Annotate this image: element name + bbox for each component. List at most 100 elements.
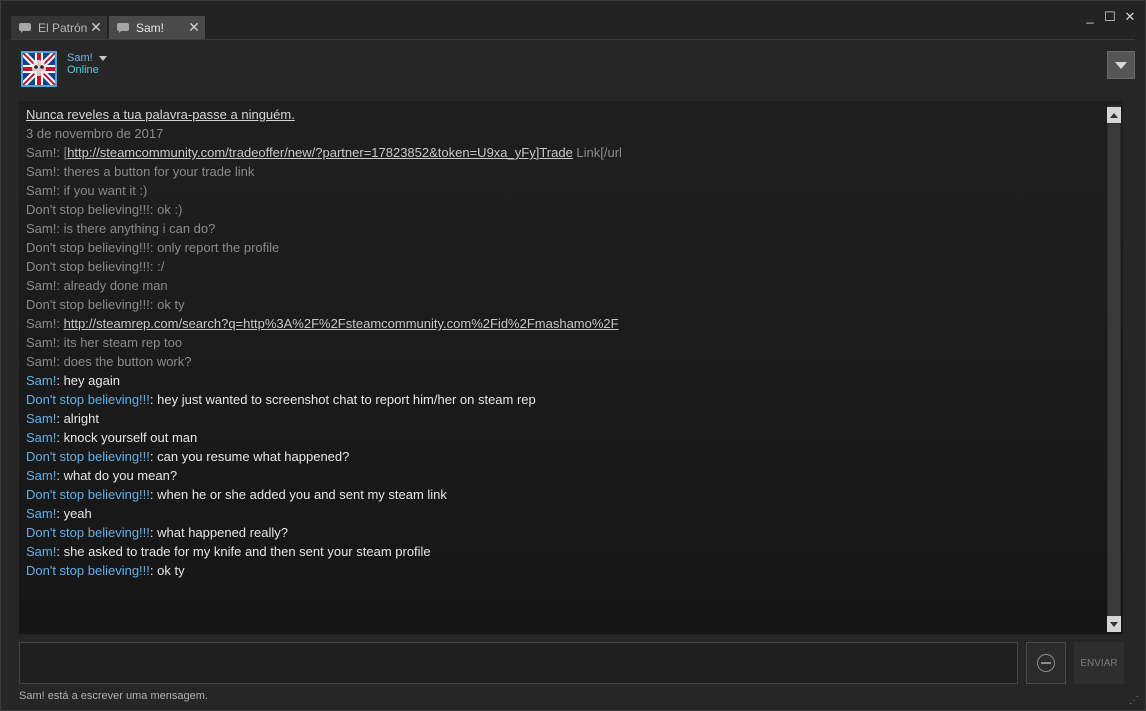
- message-sender[interactable]: Sam!: [26, 278, 56, 293]
- message-sender[interactable]: Sam!: [26, 506, 56, 521]
- message-text: Link[/url: [572, 145, 622, 160]
- chat-message: Don't stop believing!!!: ok :): [26, 200, 1103, 219]
- message-sender[interactable]: Sam!: [26, 354, 56, 369]
- sender-separator: :: [56, 145, 64, 160]
- tab-el-patron[interactable]: El Patrón ✕: [11, 16, 107, 39]
- message-sender[interactable]: Sam!: [26, 316, 56, 331]
- message-sender[interactable]: Sam!: [26, 183, 56, 198]
- message-text: its her steam rep too: [63, 335, 183, 350]
- tab-label: Sam!: [136, 20, 165, 35]
- chat-message: Sam!: does the button work?: [26, 352, 1103, 371]
- chat-message: Sam!: its her steam rep too: [26, 333, 1103, 352]
- friend-name[interactable]: Sam!: [67, 52, 93, 64]
- chevron-down-icon[interactable]: [99, 56, 107, 61]
- maximize-button[interactable]: ☐: [1103, 9, 1117, 25]
- message-text: hey just wanted to screenshot chat to re…: [157, 392, 536, 407]
- chat-bubble-icon: [117, 22, 129, 33]
- chat-message: Sam!: http://steamrep.com/search?q=http%…: [26, 314, 1103, 333]
- avatar[interactable]: [21, 51, 57, 87]
- chat-message: Sam!: theres a button for your trade lin…: [26, 162, 1103, 181]
- chevron-down-icon: [1115, 61, 1127, 69]
- message-link[interactable]: http://steamrep.com/search?q=http%3A%2F%…: [64, 316, 619, 331]
- sender-separator: :: [56, 183, 64, 198]
- chat-message: Sam!: [http://steamcommunity.com/tradeof…: [26, 143, 1103, 162]
- scrollbar[interactable]: [1107, 105, 1121, 632]
- send-button[interactable]: ENVIAR: [1074, 642, 1124, 684]
- message-sender[interactable]: Don't stop believing!!!: [26, 392, 150, 407]
- title-bar: El Patrón ✕ Sam! ✕ _ ☐ ✕: [1, 1, 1145, 39]
- chat-history[interactable]: Nunca reveles a tua palavra-passe a ning…: [19, 101, 1123, 634]
- minimize-button[interactable]: _: [1083, 9, 1097, 25]
- emoji-face-icon: [1037, 654, 1055, 672]
- message-input[interactable]: [19, 642, 1018, 684]
- sender-separator: :: [56, 506, 64, 521]
- message-link[interactable]: http://steamcommunity.com/tradeoffer/new…: [67, 145, 573, 160]
- sender-separator: :: [56, 411, 64, 426]
- message-text: knock yourself out man: [63, 430, 198, 445]
- emoticon-button[interactable]: [1026, 642, 1066, 684]
- chat-window: El Patrón ✕ Sam! ✕ _ ☐ ✕ Sam! Online Nun…: [0, 0, 1146, 711]
- chat-message: Sam!: alright: [26, 409, 1103, 428]
- chevron-down-icon: [1110, 621, 1118, 627]
- sender-separator: :: [56, 164, 64, 179]
- message-text: when he or she added you and sent my ste…: [157, 487, 447, 502]
- message-sender[interactable]: Don't stop believing!!!: [26, 259, 150, 274]
- friend-status: Online: [67, 64, 99, 76]
- message-sender[interactable]: Don't stop believing!!!: [26, 449, 150, 464]
- chat-message: Don't stop believing!!!: when he or she …: [26, 485, 1103, 504]
- message-sender[interactable]: Sam!: [26, 468, 56, 483]
- close-button[interactable]: ✕: [1123, 9, 1137, 25]
- scroll-thumb[interactable]: [1108, 124, 1120, 616]
- message-sender[interactable]: Don't stop believing!!!: [26, 240, 150, 255]
- sender-separator: :: [56, 373, 64, 388]
- message-sender[interactable]: Sam!: [26, 411, 56, 426]
- message-sender[interactable]: Sam!: [26, 544, 56, 559]
- message-text: what happened really?: [157, 525, 288, 540]
- message-text: does the button work?: [63, 354, 192, 369]
- chat-message: Don't stop believing!!!: can you resume …: [26, 447, 1103, 466]
- window-controls: _ ☐ ✕: [1083, 9, 1137, 25]
- message-sender[interactable]: Sam!: [26, 335, 56, 350]
- tab-divider: [11, 39, 1135, 40]
- chat-message: Sam!: is there anything i can do?: [26, 219, 1103, 238]
- chat-bubble-icon: [19, 22, 31, 33]
- message-sender[interactable]: Sam!: [26, 373, 56, 388]
- scroll-down-button[interactable]: [1107, 616, 1121, 632]
- typing-indicator: Sam! está a escrever uma mensagem.: [19, 690, 208, 702]
- message-sender[interactable]: Don't stop believing!!!: [26, 563, 150, 578]
- message-sender[interactable]: Sam!: [26, 430, 56, 445]
- message-sender[interactable]: Don't stop believing!!!: [26, 525, 150, 540]
- chat-message: Don't stop believing!!!: ok ty: [26, 561, 1103, 580]
- chat-options-button[interactable]: [1107, 51, 1135, 79]
- chat-message: Sam!: knock yourself out man: [26, 428, 1103, 447]
- chat-message: Don't stop believing!!!: what happened r…: [26, 523, 1103, 542]
- sender-separator: :: [56, 335, 64, 350]
- tab-sam[interactable]: Sam! ✕: [109, 16, 205, 39]
- friend-header: Sam! Online: [19, 49, 1135, 93]
- message-sender[interactable]: Sam!: [26, 145, 56, 160]
- message-text: only report the profile: [157, 240, 280, 255]
- message-text: theres a button for your trade link: [63, 164, 255, 179]
- security-warning[interactable]: Nunca reveles a tua palavra-passe a ning…: [26, 105, 1103, 124]
- tab-close-icon[interactable]: ✕: [89, 19, 103, 35]
- message-text: she asked to trade for my knife and then…: [63, 544, 431, 559]
- message-sender[interactable]: Sam!: [26, 221, 56, 236]
- message-text: can you resume what happened?: [157, 449, 350, 464]
- message-sender[interactable]: Sam!: [26, 164, 56, 179]
- message-sender[interactable]: Don't stop believing!!!: [26, 202, 150, 217]
- message-text: yeah: [63, 506, 92, 521]
- message-sender[interactable]: Don't stop believing!!!: [26, 297, 150, 312]
- date-separator: 3 de novembro de 2017: [26, 126, 164, 141]
- chat-message: Sam!: what do you mean?: [26, 466, 1103, 485]
- message-text: what do you mean?: [63, 468, 178, 483]
- chevron-up-icon: [1110, 112, 1118, 118]
- chat-message: Sam!: yeah: [26, 504, 1103, 523]
- tab-close-icon[interactable]: ✕: [187, 19, 201, 35]
- message-sender[interactable]: Don't stop believing!!!: [26, 487, 150, 502]
- message-text: ok ty: [157, 563, 185, 578]
- message-text: ok :): [157, 202, 183, 217]
- resize-grip-icon[interactable]: ⋰: [1129, 696, 1139, 706]
- message-text: hey again: [63, 373, 120, 388]
- scroll-up-button[interactable]: [1107, 107, 1121, 123]
- sender-separator: :: [56, 354, 64, 369]
